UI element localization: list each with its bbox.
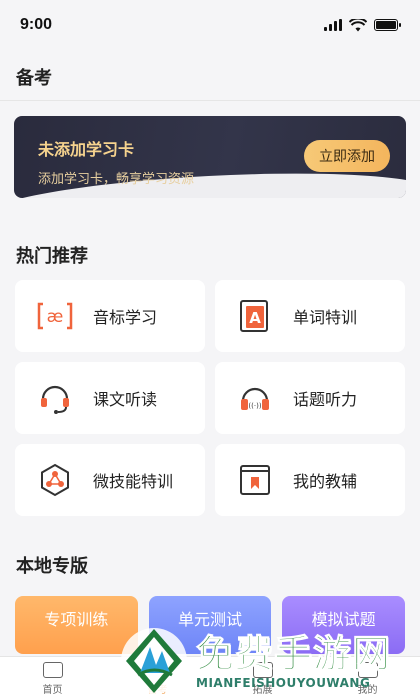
hot-item-phonetics[interactable]: æ 音标学习 [15, 280, 205, 352]
tab-expand[interactable]: 拓展 [210, 657, 315, 700]
page-title: 备考 [16, 68, 52, 89]
hot-item-label: 课文听读 [93, 390, 158, 409]
tab-label: 首页 [42, 684, 63, 696]
add-study-card-button[interactable]: 立即添加 [304, 140, 390, 172]
hot-item-my-materials[interactable]: 我的教辅 [215, 444, 405, 516]
expand-icon [252, 661, 273, 678]
battery-icon [374, 19, 401, 31]
unit-test-button[interactable]: 单元测试 [148, 596, 272, 654]
prep-icon [147, 661, 168, 678]
hot-item-micro-skills[interactable]: 微技能特训 [15, 444, 205, 516]
tab-home[interactable]: 首页 [0, 657, 105, 700]
local-buttons: 专项训练 单元测试 模拟试题 [0, 578, 420, 654]
hot-item-label: 微技能特训 [93, 472, 174, 491]
phonetic-icon: æ [37, 298, 73, 334]
hot-item-label: 音标学习 [93, 308, 158, 327]
wifi-icon [349, 18, 367, 31]
home-icon [42, 661, 63, 678]
headphones-icon: ((·)) [237, 380, 273, 416]
bottom-tab-bar: 首页 备考 拓展 我的 [0, 656, 420, 700]
special-training-button[interactable]: 专项训练 [15, 596, 138, 654]
hexagon-nodes-icon [37, 462, 73, 498]
profile-icon [357, 661, 378, 678]
hot-grid: æ 音标学习 A 单词特训 课文听读 ((·)) 话题听力 微技能特训 我的教辅 [0, 268, 420, 516]
tab-label: 备考 [147, 684, 168, 696]
tab-prep[interactable]: 备考 [105, 657, 210, 700]
hot-item-word-training[interactable]: A 单词特训 [215, 280, 405, 352]
tab-label: 拓展 [252, 684, 273, 696]
headset-mic-icon [37, 380, 73, 416]
svg-text:æ: æ [47, 307, 64, 327]
hot-item-label: 单词特训 [293, 308, 358, 327]
study-card-banner[interactable]: 未添加学习卡 添加学习卡，畅享学习资源 立即添加 [14, 116, 406, 198]
status-time: 9:00 [20, 16, 53, 33]
hot-item-label: 我的教辅 [293, 472, 358, 491]
tab-label: 我的 [357, 684, 378, 696]
status-bar: 9:00 [0, 0, 420, 50]
word-book-icon: A [237, 298, 273, 334]
book-bookmark-icon [237, 462, 273, 498]
mock-exam-button[interactable]: 模拟试题 [282, 596, 406, 654]
svg-text:((·)): ((·)) [248, 402, 261, 410]
hot-item-topic-listening[interactable]: ((·)) 话题听力 [215, 362, 405, 434]
signal-icon [324, 19, 342, 31]
svg-text:A: A [249, 309, 261, 327]
hot-item-text-listening[interactable]: 课文听读 [15, 362, 205, 434]
hot-item-label: 话题听力 [293, 390, 358, 409]
tab-mine[interactable]: 我的 [315, 657, 420, 700]
local-section-title: 本地专版 [16, 556, 88, 577]
status-icons [324, 18, 401, 32]
hot-section-title: 热门推荐 [16, 246, 88, 267]
